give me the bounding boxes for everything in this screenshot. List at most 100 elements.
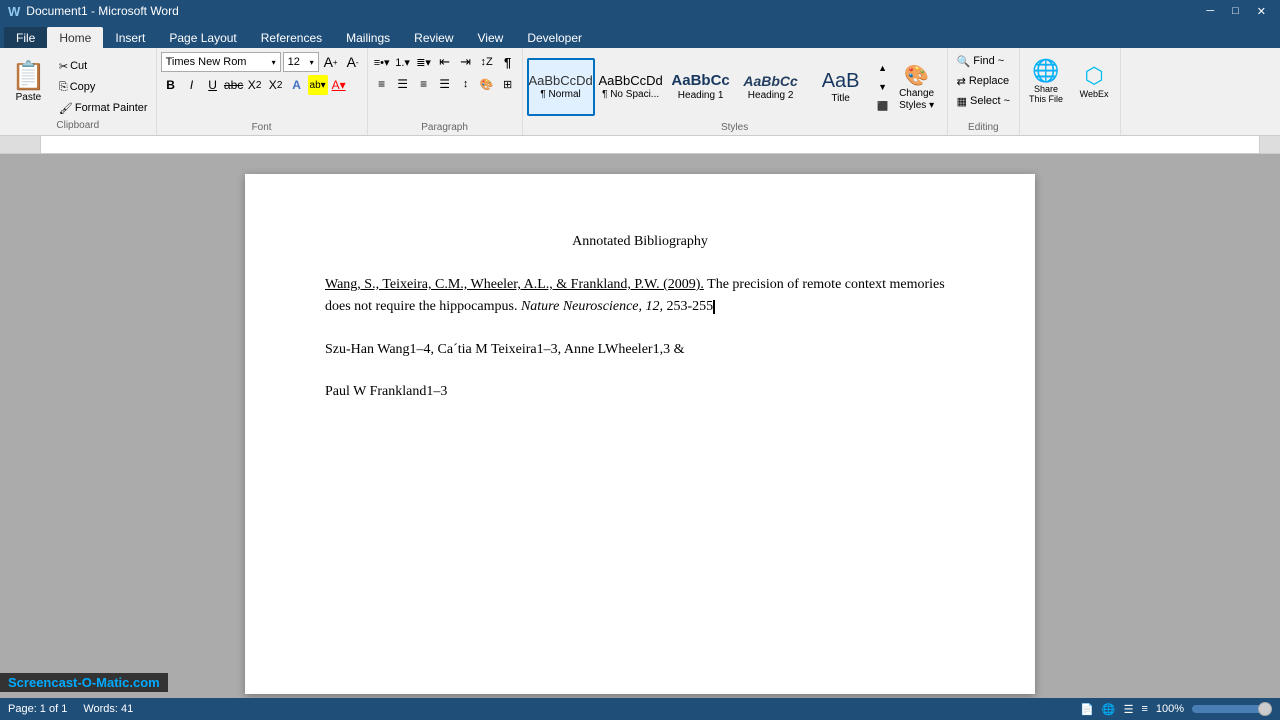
view-mode-web-icon[interactable]: 🌐 <box>1102 703 1116 716</box>
format-painter-button[interactable]: 🖌 Format Painter <box>55 98 152 118</box>
zoom-level: 100% <box>1156 703 1184 715</box>
style-heading2[interactable]: AaBbCc Heading 2 <box>737 58 805 116</box>
cut-icon: ✂ <box>59 60 68 73</box>
copy-icon: ⎘ <box>59 81 68 94</box>
document-body[interactable]: Wang, S., Teixeira, C.M., Wheeler, A.L.,… <box>325 274 955 404</box>
ruler-left-margin <box>0 136 40 154</box>
ribbon: 📋 Paste ✂ Cut ⎘ Copy 🖌 Format Pain <box>0 48 1280 136</box>
multilevel-button[interactable]: ≣▾ <box>414 53 434 71</box>
select-button[interactable]: ▦ Select ~ <box>952 92 1015 110</box>
zoom-slider[interactable] <box>1192 705 1272 713</box>
share-icon: 🌐 <box>1032 58 1059 84</box>
highlight-color-button[interactable]: ab▾ <box>308 75 328 95</box>
tab-view[interactable]: View <box>466 27 516 48</box>
zoom-slider-handle[interactable] <box>1258 702 1272 716</box>
style-heading1[interactable]: AaBbCc Heading 1 <box>667 58 735 116</box>
styles-arrows: ▲ ▼ ⬛ <box>875 58 891 116</box>
find-button[interactable]: 🔍 Find ~ <box>952 52 1010 70</box>
strikethrough-button[interactable]: abc <box>224 75 244 95</box>
status-left: Page: 1 of 1 Words: 41 <box>8 703 133 715</box>
line-spacing-button[interactable]: ↕ <box>456 74 476 94</box>
editing-group-label: Editing <box>968 122 999 135</box>
styles-down-button[interactable]: ▼ <box>875 79 891 95</box>
sort-button[interactable]: ↕Z <box>477 52 497 72</box>
share-group: 🌐 ShareThis File ⬡ WebEx <box>1020 48 1121 135</box>
authors-line1: Szu-Han Wang1–4, Ca´tia M Teixeira1–3, A… <box>325 342 684 357</box>
citation-authors: Wang, S., Teixeira, C.M., Wheeler, A.L.,… <box>325 277 704 292</box>
screencast-watermark: Screencast-O-Matic.com <box>0 673 168 692</box>
show-hide-button[interactable]: ¶ <box>498 52 518 72</box>
style-title[interactable]: AaB Title <box>807 58 875 116</box>
maximize-button[interactable]: □ <box>1226 5 1245 18</box>
view-mode-print-icon[interactable]: 📄 <box>1080 703 1094 716</box>
format-painter-icon: 🖌 <box>59 102 73 115</box>
tab-review[interactable]: Review <box>402 27 465 48</box>
ruler-right-margin <box>1260 136 1280 154</box>
minimize-button[interactable]: ─ <box>1200 5 1220 18</box>
replace-label: Replace <box>969 75 1009 87</box>
tab-page-layout[interactable]: Page Layout <box>157 27 248 48</box>
underline-button[interactable]: U <box>203 75 223 95</box>
view-mode-draft-icon[interactable]: ≡ <box>1141 703 1147 715</box>
increase-font-button[interactable]: A+ <box>321 52 341 72</box>
paragraph-group-label: Paragraph <box>421 122 468 135</box>
cut-button[interactable]: ✂ Cut <box>55 56 152 76</box>
page-indicator: Page: 1 of 1 <box>8 703 67 715</box>
style-heading1-preview: AaBbCc <box>671 73 729 88</box>
share-this-file-button[interactable]: 🌐 ShareThis File <box>1024 52 1068 110</box>
borders-button[interactable]: ⊞ <box>498 74 518 94</box>
decrease-indent-button[interactable]: ⇤ <box>435 52 455 72</box>
justify-button[interactable]: ☰ <box>435 74 455 94</box>
close-button[interactable]: ✕ <box>1251 5 1272 18</box>
align-center-button[interactable]: ☰ <box>393 74 413 94</box>
status-right: 📄 🌐 ☰ ≡ 100% <box>1080 703 1272 716</box>
bold-button[interactable]: B <box>161 75 181 95</box>
webex-label: WebEx <box>1080 89 1109 99</box>
ruler-main[interactable] <box>40 136 1260 154</box>
paste-button[interactable]: 📋 Paste <box>4 54 53 108</box>
align-left-button[interactable]: ≡ <box>372 74 392 94</box>
font-size-dropdown[interactable]: 12 ▾ <box>283 52 319 72</box>
tab-developer[interactable]: Developer <box>515 27 594 48</box>
font-group-label: Font <box>252 122 272 135</box>
decrease-font-button[interactable]: A- <box>343 52 363 72</box>
copy-button[interactable]: ⎘ Copy <box>55 77 152 97</box>
view-mode-outline-icon[interactable]: ☰ <box>1124 703 1134 716</box>
find-icon: 🔍 <box>957 55 971 68</box>
bullets-button[interactable]: ≡•▾ <box>372 53 392 71</box>
change-styles-icon: 🎨 <box>904 63 929 88</box>
style-normal-label: ¶ Normal <box>540 89 580 100</box>
word-count: Words: 41 <box>83 703 133 715</box>
tab-home[interactable]: Home <box>47 27 103 48</box>
tab-references[interactable]: References <box>249 27 334 48</box>
paragraph-group: ≡•▾ 1.▾ ≣▾ ⇤ ⇥ ↕Z ¶ ≡ ☰ ≡ ☰ ↕ 🎨 ⊞ Paragr… <box>368 48 523 135</box>
title-bar-controls: ─ □ ✕ <box>1200 5 1272 18</box>
numbering-button[interactable]: 1.▾ <box>393 53 413 71</box>
tab-file[interactable]: File <box>4 27 47 48</box>
tab-mailings[interactable]: Mailings <box>334 27 402 48</box>
style-normal[interactable]: AaBbCcDd ¶ Normal <box>527 58 595 116</box>
italic-button[interactable]: I <box>182 75 202 95</box>
clipboard-others: ✂ Cut ⎘ Copy 🖌 Format Painter <box>55 54 152 120</box>
font-name-value: Times New Rom <box>166 56 247 68</box>
font-name-dropdown[interactable]: Times New Rom ▾ <box>161 52 281 72</box>
align-right-button[interactable]: ≡ <box>414 74 434 94</box>
superscript-button[interactable]: X2 <box>266 75 286 95</box>
font-color-button[interactable]: A▾ <box>329 75 349 95</box>
word-logo: W <box>8 4 20 19</box>
style-no-spacing[interactable]: AaBbCcDd ¶ No Spaci... <box>597 58 665 116</box>
authors-paragraph1: Szu-Han Wang1–4, Ca´tia M Teixeira1–3, A… <box>325 339 955 361</box>
change-styles-button[interactable]: 🎨 ChangeStyles ▾ <box>891 58 943 116</box>
font-size-chevron: ▾ <box>310 58 314 67</box>
tab-insert[interactable]: Insert <box>103 27 157 48</box>
text-effects-button[interactable]: A <box>287 75 307 95</box>
subscript-button[interactable]: X2 <box>245 75 265 95</box>
authors-line2: Paul W Frankland1–3 <box>325 384 447 399</box>
shading-button[interactable]: 🎨 <box>477 74 497 94</box>
styles-expand-button[interactable]: ⬛ <box>875 98 891 114</box>
title-bar-title: Document1 - Microsoft Word <box>26 4 179 18</box>
increase-indent-button[interactable]: ⇥ <box>456 52 476 72</box>
styles-up-button[interactable]: ▲ <box>875 60 891 76</box>
webex-button[interactable]: ⬡ WebEx <box>1072 52 1116 110</box>
replace-button[interactable]: ⇄ Replace <box>952 72 1015 90</box>
